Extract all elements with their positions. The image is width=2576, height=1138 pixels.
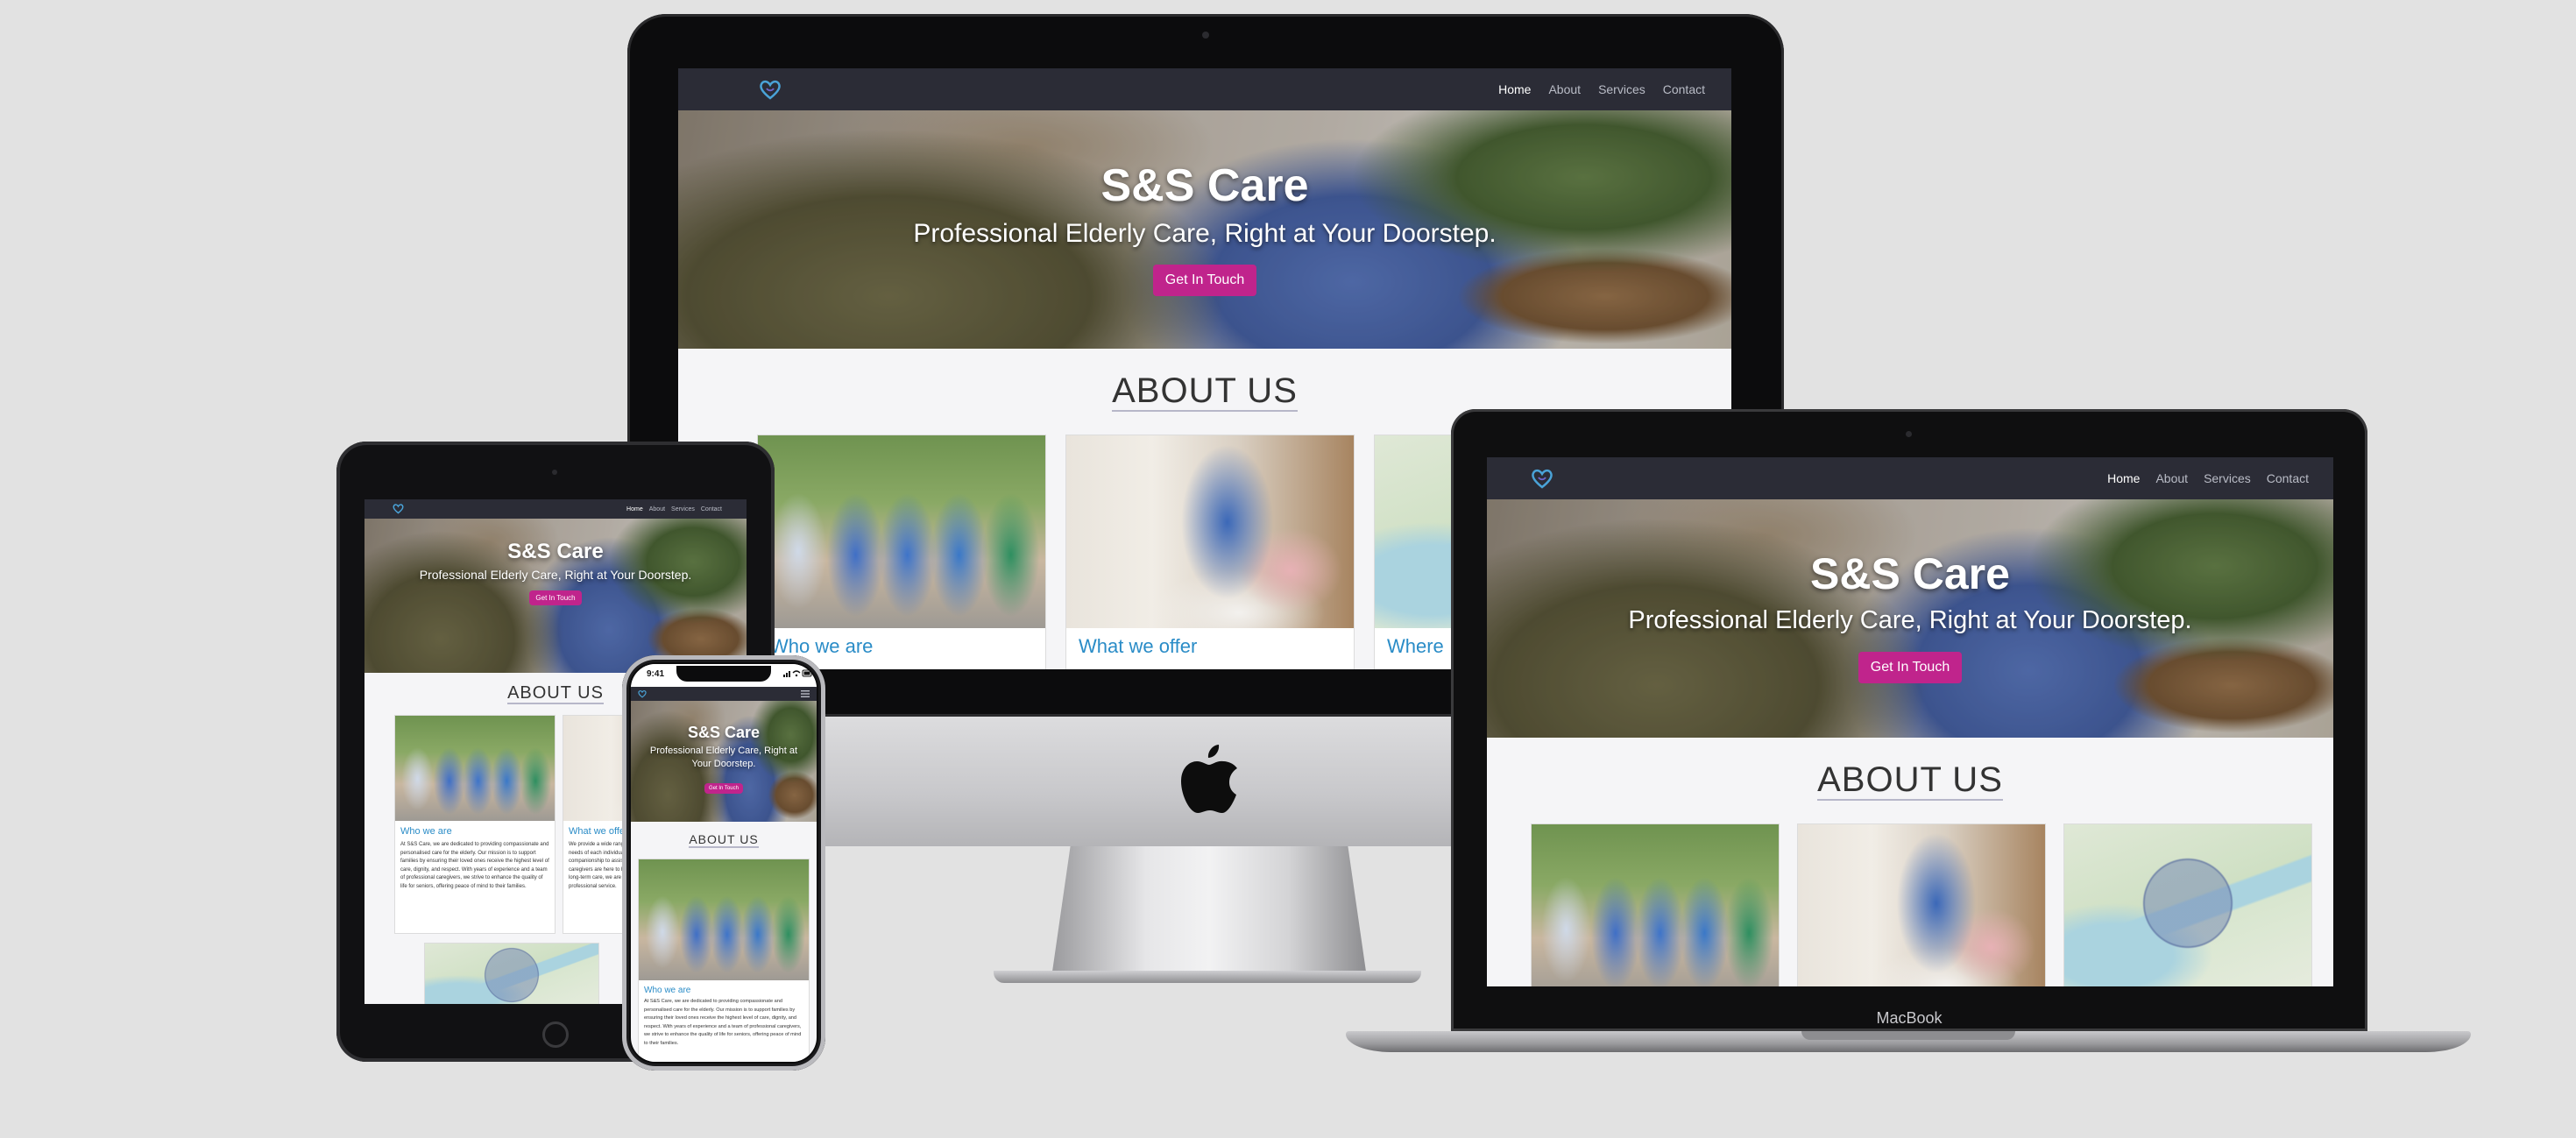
hero-subtitle: Professional Elderly Care, Right at Your…	[419, 568, 692, 582]
iphone-screen: S&S Care Professional Elderly Care, Righ…	[631, 664, 817, 1062]
card-where	[424, 943, 599, 1004]
get-in-touch-button[interactable]: Get In Touch	[1152, 265, 1257, 296]
hero-subtitle: Professional Elderly Care, Right at Your…	[913, 219, 1497, 248]
apple-logo-icon	[1181, 745, 1237, 813]
service-area-map	[2064, 824, 2311, 986]
card-who-we-are: Who we are At S&S Care, we are dedicated…	[638, 859, 810, 1062]
about-heading: ABOUT US	[689, 832, 759, 848]
nav-link-about[interactable]: About	[2155, 471, 2188, 485]
status-bar-time: 9:41	[647, 669, 665, 679]
heart-logo-icon[interactable]	[759, 78, 782, 101]
hero-section: S&S Care Professional Elderly Care, Righ…	[631, 701, 817, 822]
about-heading: ABOUT US	[1817, 760, 2003, 801]
nav-link-home[interactable]: Home	[626, 506, 643, 512]
imac-stand-base	[994, 971, 1421, 983]
macbook-opening-notch	[1801, 1031, 2015, 1040]
nav-link-services[interactable]: Services	[671, 506, 695, 512]
about-heading: ABOUT US	[1112, 371, 1298, 412]
hero-title: S&S Care	[507, 540, 604, 563]
hamburger-menu-icon[interactable]	[801, 690, 810, 697]
caregiver-photo	[1066, 435, 1354, 628]
team-photo	[639, 859, 809, 980]
macbook-label: MacBook	[1876, 1009, 1943, 1027]
caregiver-photo	[1798, 824, 2045, 986]
nav-link-services[interactable]: Services	[2204, 471, 2251, 485]
site-navbar	[631, 687, 817, 701]
nav-link-contact[interactable]: Contact	[1663, 82, 1705, 96]
hero-title: S&S Care	[687, 724, 761, 741]
ipad-camera	[552, 470, 557, 475]
card-title: What we offer	[1079, 635, 1198, 657]
nav-link-services[interactable]: Services	[1598, 82, 1645, 96]
team-photo	[1532, 824, 1779, 986]
hero-section: S&S Care Professional Elderly Care, Righ…	[1487, 499, 2333, 738]
imac-camera	[1202, 32, 1209, 39]
nav-link-contact[interactable]: Contact	[701, 506, 722, 512]
card-text: At S&S Care, we are dedicated to providi…	[400, 842, 549, 889]
card-what-we-offer: What we offer	[1065, 435, 1355, 669]
card-what-we-offer	[1797, 823, 2046, 986]
card-who-we-are: Who we are At S&S Care, we are dedicated…	[394, 715, 556, 934]
card-title: Where	[1387, 635, 1444, 657]
service-area-map	[425, 944, 598, 1004]
hero-section: S&S Care Professional Elderly Care, Righ…	[364, 519, 747, 673]
get-in-touch-button[interactable]: Get In Touch	[529, 590, 582, 605]
team-photo	[758, 435, 1045, 628]
site-navbar: Home About Services Contact	[1487, 457, 2333, 499]
hero-subtitle: Professional Elderly Care, Right at Your…	[649, 746, 798, 769]
hero-section: S&S Care Professional Elderly Care, Righ…	[678, 110, 1731, 349]
card-text: At S&S Care, we are dedicated to providi…	[644, 999, 802, 1046]
card-title: Who we are	[644, 986, 691, 995]
card-who-we-are	[1531, 823, 1780, 986]
hero-title: S&S Care	[1100, 160, 1309, 211]
site-navbar: Home About Services Contact	[678, 68, 1731, 110]
team-photo	[395, 716, 555, 821]
site-navbar: Home About Services Contact	[364, 499, 747, 519]
imac-stand	[1051, 846, 1367, 978]
heart-logo-icon[interactable]	[638, 689, 647, 698]
hero-subtitle: Professional Elderly Care, Right at Your…	[1628, 606, 2192, 634]
card-title: What we offer	[569, 826, 628, 837]
card-who-we-are: Who we are	[757, 435, 1046, 669]
hero-title: S&S Care	[1810, 549, 2010, 598]
get-in-touch-button[interactable]: Get In Touch	[704, 783, 743, 794]
get-in-touch-button[interactable]: Get In Touch	[1858, 652, 1963, 683]
nav-link-home[interactable]: Home	[1498, 82, 1531, 96]
ipad-home-button	[542, 1021, 569, 1048]
macbook-screen: Home About Services Contact S&S Care Pro…	[1487, 457, 2333, 986]
card-where	[2063, 823, 2312, 986]
heart-logo-icon[interactable]	[1531, 467, 1553, 490]
nav-link-about[interactable]: About	[649, 506, 665, 512]
iphone-notch	[676, 666, 771, 682]
macbook-camera	[1906, 431, 1912, 437]
nav-link-about[interactable]: About	[1548, 82, 1581, 96]
status-bar-icons	[783, 669, 812, 677]
heart-logo-icon[interactable]	[393, 503, 404, 514]
nav-link-home[interactable]: Home	[2107, 471, 2140, 485]
nav-link-contact[interactable]: Contact	[2267, 471, 2309, 485]
card-title: Who we are	[400, 826, 452, 837]
